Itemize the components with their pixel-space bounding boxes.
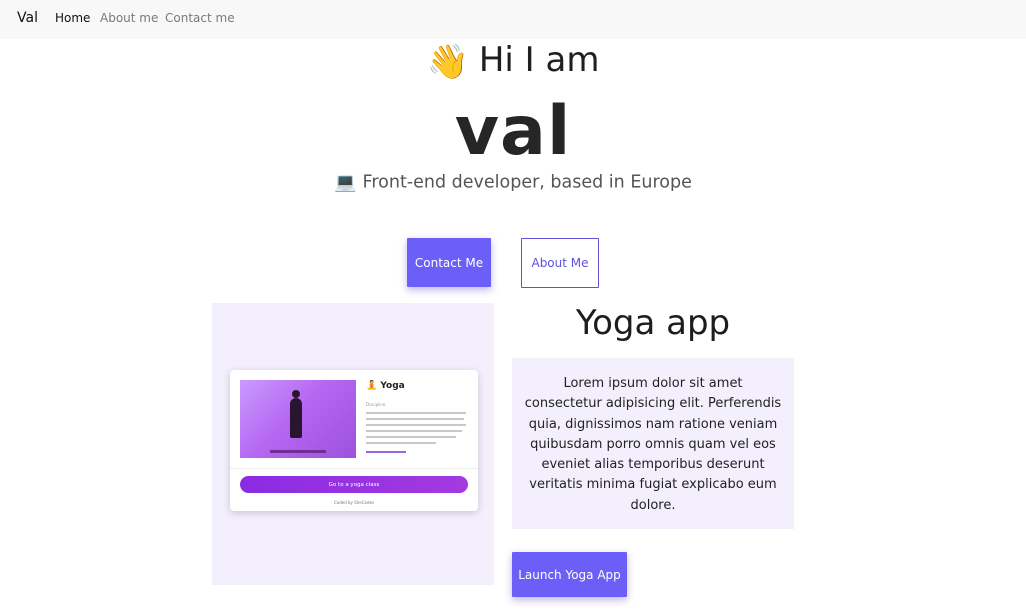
yoga-figure: [290, 398, 302, 438]
preview-card-footer: Coded by SheCodes: [333, 500, 375, 505]
hero-name: val: [454, 92, 572, 171]
preview-text-line: [366, 418, 464, 420]
preview-text-line: [366, 430, 462, 432]
nav-link-home[interactable]: Home: [55, 11, 90, 25]
preview-text-line: [366, 424, 466, 426]
preview-text-line: [366, 442, 436, 444]
yoga-photo: [240, 380, 356, 458]
project-title: Yoga app: [575, 303, 731, 343]
preview-card-button: Go to a yoga class: [240, 476, 468, 493]
preview-card-title: 🧘 Yoga: [366, 381, 405, 391]
contact-me-button[interactable]: Contact Me: [407, 238, 491, 287]
project-preview: 🧘 Yoga Discipline Go to a yoga class Cod…: [212, 303, 494, 585]
project-description: Lorem ipsum dolor sit amet consectetur a…: [512, 358, 794, 529]
greeting-heading: 👋 Hi I am: [0, 40, 1026, 82]
greeting-text: Hi I am: [478, 40, 600, 80]
preview-divider: [230, 468, 478, 469]
about-me-button[interactable]: About Me: [521, 238, 599, 288]
launch-yoga-app-button[interactable]: Launch Yoga App: [512, 552, 627, 597]
nav-link-contact[interactable]: Contact me: [165, 11, 235, 25]
navbar: Val Home About me Contact me: [0, 0, 1026, 39]
preview-text-line: [366, 412, 466, 414]
preview-card-subtitle: Discipline: [366, 402, 386, 407]
yoga-figure-head: [292, 390, 300, 398]
preview-card: 🧘 Yoga Discipline Go to a yoga class Cod…: [230, 370, 478, 511]
brand-logo[interactable]: Val: [17, 10, 38, 26]
tagline-text: Front-end developer, based in Europe: [362, 172, 692, 193]
yoga-mat: [270, 450, 326, 453]
tagline: 💻 Front-end developer, based in Europe: [0, 172, 1026, 193]
laptop-icon: 💻: [334, 172, 357, 193]
preview-link-line: [366, 451, 406, 453]
waving-hand-icon: 👋: [426, 41, 469, 82]
nav-link-about[interactable]: About me: [100, 11, 158, 25]
preview-text-line: [366, 436, 456, 438]
